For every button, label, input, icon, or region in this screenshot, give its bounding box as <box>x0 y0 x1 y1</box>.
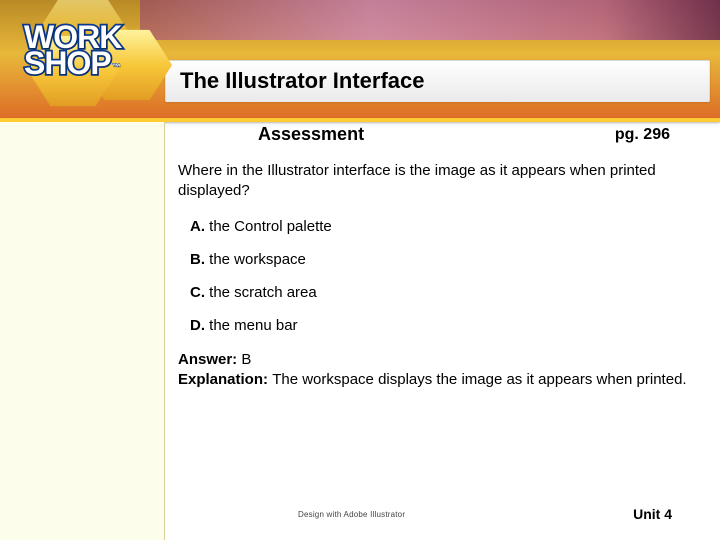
option-letter: C. <box>190 284 205 301</box>
content-area: Assessment pg. 296 Where in the Illustra… <box>178 124 710 470</box>
explanation-text: The workspace displays the image as it a… <box>272 371 686 388</box>
footer-credit: Design with Adobe Illustrator <box>298 510 405 519</box>
option-b: B. the workspace <box>190 251 710 268</box>
answer-label: Answer: <box>178 351 241 368</box>
page-title: The Illustrator Interface <box>180 68 425 94</box>
trademark-icon: ™ <box>112 54 120 80</box>
option-text: the workspace <box>205 251 306 268</box>
logo-text: WORK SHOP™ <box>24 24 121 76</box>
answer-block: Answer: B Explanation: The workspace dis… <box>178 350 710 391</box>
answer-value: B <box>241 351 251 368</box>
question-text: Where in the Illustrator interface is th… <box>178 161 710 200</box>
option-text: the Control palette <box>205 218 332 235</box>
logo-line2: SHOP™ <box>24 50 121 76</box>
option-text: the menu bar <box>205 317 298 334</box>
sidebar <box>0 122 165 540</box>
subheading-row: Assessment pg. 296 <box>178 124 710 145</box>
option-letter: D. <box>190 317 205 334</box>
unit-label: Unit 4 <box>633 506 672 522</box>
option-letter: B. <box>190 251 205 268</box>
option-c: C. the scratch area <box>190 284 710 301</box>
slide: WORK SHOP™ The Illustrator Interface Ass… <box>0 0 720 540</box>
options-list: A. the Control palette B. the workspace … <box>178 218 710 334</box>
option-a: A. the Control palette <box>190 218 710 235</box>
page-number: pg. 296 <box>615 126 670 144</box>
option-letter: A. <box>190 218 205 235</box>
option-text: the scratch area <box>205 284 317 301</box>
footer: Design with Adobe Illustrator Unit 4 <box>178 506 710 522</box>
workshop-logo: WORK SHOP™ <box>8 14 158 114</box>
title-bar: The Illustrator Interface <box>165 60 710 102</box>
assessment-label: Assessment <box>258 124 364 145</box>
option-d: D. the menu bar <box>190 317 710 334</box>
explanation-label: Explanation: <box>178 371 272 388</box>
